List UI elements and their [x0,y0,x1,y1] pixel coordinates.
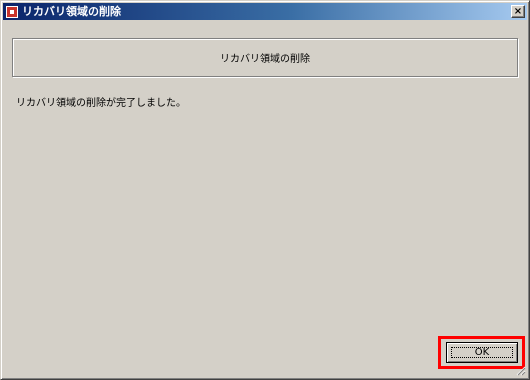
title-bar[interactable]: リカバリ領域の削除 × [3,3,527,20]
ok-button[interactable]: OK [446,342,518,363]
dialog-window: リカバリ領域の削除 × リカバリ領域の削除 リカバリ領域の削除が完了しました。 … [0,0,530,380]
close-button[interactable]: × [511,5,525,18]
ok-button-label: OK [474,347,490,358]
header-panel: リカバリ領域の削除 [12,38,518,77]
completion-message: リカバリ領域の削除が完了しました。 [16,98,186,109]
window-title: リカバリ領域の削除 [22,5,121,18]
page-title: リカバリ領域の削除 [220,54,310,65]
app-icon [6,5,18,18]
resize-grip-icon[interactable] [516,366,526,376]
